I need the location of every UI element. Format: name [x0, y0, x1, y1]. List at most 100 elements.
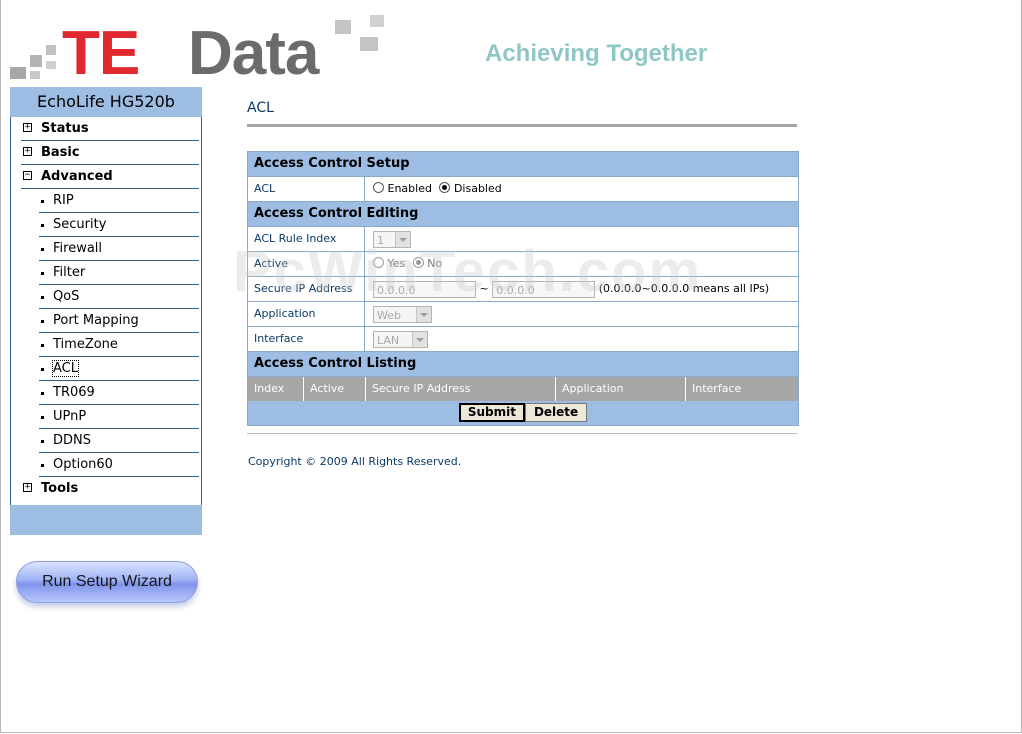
sidebar-item-upnp[interactable]: UPnP	[39, 405, 199, 429]
submit-button[interactable]: Submit	[458, 403, 525, 422]
active-yes-label[interactable]: Yes	[388, 257, 406, 270]
section-header-setup: Access Control Setup	[248, 152, 798, 176]
active-no-label[interactable]: No	[427, 257, 442, 270]
rule-index-value: 1	[377, 233, 384, 247]
rule-index-row: ACL Rule Index 1	[248, 226, 798, 251]
column-header-secure-ip: Secure IP Address	[366, 377, 556, 401]
interface-label: Interface	[248, 327, 365, 351]
bullet-icon	[41, 392, 44, 395]
ip-to-input[interactable]: 0.0.0.0	[492, 280, 596, 298]
application-value: Web	[377, 308, 401, 322]
delete-button[interactable]: Delete	[524, 403, 588, 422]
expand-plus-icon[interactable]: +	[23, 123, 32, 132]
collapse-minus-icon[interactable]: −	[23, 171, 32, 180]
bullet-icon	[41, 248, 44, 251]
sidebar-item-timezone[interactable]: TimeZone	[39, 333, 199, 357]
acl-label: ACL	[248, 177, 365, 201]
sidebar-group-status[interactable]: + Status	[21, 117, 199, 141]
sidebar-item-firewall[interactable]: Firewall	[39, 237, 199, 261]
sidebar-item-label[interactable]: TR069	[53, 385, 95, 400]
bullet-icon	[41, 200, 44, 203]
sidebar-item-label[interactable]: Option60	[53, 457, 113, 472]
sidebar-group-label[interactable]: Tools	[41, 481, 78, 496]
sidebar-item-label[interactable]: TimeZone	[53, 337, 118, 352]
bullet-icon	[41, 416, 44, 419]
page-title: ACL	[247, 100, 797, 127]
bullet-icon	[41, 224, 44, 227]
sidebar-group-basic[interactable]: + Basic	[21, 141, 199, 165]
bullet-icon	[41, 296, 44, 299]
sidebar-item-qos[interactable]: QoS	[39, 285, 199, 309]
interface-select[interactable]: LAN	[373, 330, 428, 348]
sidebar-item-label[interactable]: QoS	[53, 289, 79, 304]
sidebar-item-tr069[interactable]: TR069	[39, 381, 199, 405]
sidebar-item-label[interactable]: Filter	[53, 265, 85, 280]
active-row: Active Yes No	[248, 251, 798, 276]
copyright-text: Copyright © 2009 All Rights Reserved.	[248, 455, 462, 468]
interface-row: Interface LAN	[248, 326, 798, 351]
active-label: Active	[248, 252, 365, 276]
active-yes-radio[interactable]	[373, 257, 384, 268]
active-no-radio[interactable]	[412, 257, 424, 268]
bullet-icon	[41, 440, 44, 443]
bullet-icon	[41, 464, 44, 467]
expand-plus-icon[interactable]: +	[23, 483, 32, 492]
ip-from-input[interactable]: 0.0.0.0	[373, 280, 476, 298]
run-setup-wizard-button[interactable]: Run Setup Wizard	[16, 561, 198, 603]
action-buttons-row: Submit Delete	[248, 401, 798, 425]
chevron-down-icon[interactable]	[395, 231, 410, 247]
column-header-active: Active	[304, 377, 366, 401]
acl-enabled-radio[interactable]	[373, 182, 384, 193]
sidebar-item-option60[interactable]: Option60	[39, 453, 199, 477]
section-header-listing: Access Control Listing	[248, 351, 798, 376]
column-header-interface: Interface	[692, 382, 742, 395]
main-content: ACL Access Control Setup ACL Enabled Dis…	[247, 100, 799, 468]
sidebar-menu: + Status + Basic − Advanced RIP Security…	[10, 117, 202, 505]
acl-disabled-label[interactable]: Disabled	[454, 182, 502, 195]
sidebar-group-advanced[interactable]: − Advanced	[21, 165, 199, 189]
application-label: Application	[248, 302, 365, 326]
application-row: Application Web	[248, 301, 798, 326]
rule-index-select[interactable]: 1	[373, 230, 411, 248]
logo-data-text: Data	[188, 19, 319, 88]
interface-value: LAN	[377, 333, 400, 347]
acl-disabled-radio[interactable]	[439, 182, 451, 193]
secure-ip-label: Secure IP Address	[248, 277, 365, 301]
sidebar-item-filter[interactable]: Filter	[39, 261, 199, 285]
secure-ip-row: Secure IP Address 0.0.0.0 ~ 0.0.0.0 (0.0…	[248, 276, 798, 301]
acl-form-table: Access Control Setup ACL Enabled Disable…	[247, 151, 799, 426]
sidebar-group-label[interactable]: Status	[41, 121, 89, 136]
application-select[interactable]: Web	[373, 305, 432, 323]
sidebar-group-label[interactable]: Advanced	[41, 169, 113, 184]
sidebar-item-label[interactable]: Port Mapping	[53, 313, 139, 328]
chevron-down-icon[interactable]	[412, 331, 427, 347]
rule-index-label: ACL Rule Index	[248, 227, 365, 251]
bullet-icon	[41, 368, 44, 371]
listing-table-header: Index Active Secure IP Address Applicati…	[248, 376, 798, 401]
device-model-title: EchoLife HG520b	[10, 87, 202, 117]
acl-enabled-label[interactable]: Enabled	[388, 182, 432, 195]
sidebar-item-port-mapping[interactable]: Port Mapping	[39, 309, 199, 333]
sidebar-item-label[interactable]: DDNS	[53, 433, 91, 448]
acl-toggle-row: ACL Enabled Disabled	[248, 176, 798, 201]
footer-divider	[247, 433, 797, 434]
sidebar-item-ddns[interactable]: DDNS	[39, 429, 199, 453]
sidebar-group-label[interactable]: Basic	[41, 145, 80, 160]
sidebar-item-label[interactable]: UPnP	[53, 409, 86, 424]
sidebar-item-label-active[interactable]: ACL	[52, 360, 79, 377]
sidebar-item-label[interactable]: Firewall	[53, 241, 102, 256]
sidebar-item-label[interactable]: Security	[53, 217, 106, 232]
chevron-down-icon[interactable]	[416, 306, 431, 322]
column-header-application: Application	[556, 377, 686, 401]
sidebar-group-tools[interactable]: + Tools	[21, 477, 199, 501]
sidebar-item-label[interactable]: RIP	[53, 193, 74, 208]
sidebar-item-rip[interactable]: RIP	[39, 189, 199, 213]
ip-range-tilde: ~	[479, 282, 489, 295]
section-header-editing: Access Control Editing	[248, 201, 798, 226]
sidebar-item-acl[interactable]: ACL	[39, 357, 199, 381]
tagline: Achieving Together	[485, 40, 708, 67]
expand-plus-icon[interactable]: +	[23, 147, 32, 156]
sidebar-item-security[interactable]: Security	[39, 213, 199, 237]
bullet-icon	[41, 272, 44, 275]
bullet-icon	[41, 320, 44, 323]
